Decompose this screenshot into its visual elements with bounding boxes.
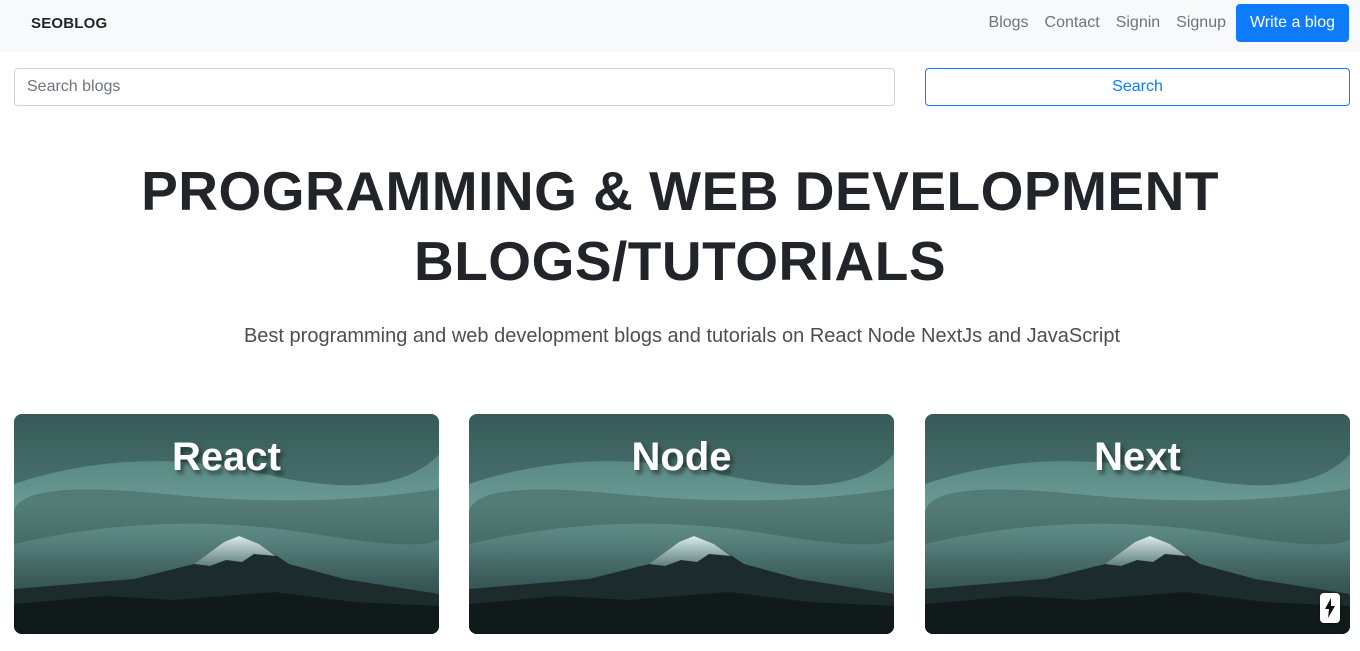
category-card-node[interactable]: Node — [469, 414, 894, 634]
card-label: Node — [631, 435, 732, 479]
nav-link-signup[interactable]: Signup — [1176, 14, 1226, 32]
page-subtitle: Best programming and web development blo… — [243, 325, 1121, 347]
card-label: React — [172, 435, 281, 479]
navbar: SEOBLOG Blogs Contact Signin Signup Writ… — [0, 0, 1360, 52]
page-title-line-1: PROGRAMMING & WEB DEVELOPMENT — [141, 160, 1219, 222]
write-blog-button[interactable]: Write a blog — [1236, 4, 1349, 42]
nav-link-contact[interactable]: Contact — [1045, 14, 1100, 32]
lightning-bolt-icon[interactable] — [1320, 593, 1340, 623]
search-button[interactable]: Search — [925, 68, 1350, 106]
brand-logo[interactable]: SEOBLOG — [31, 15, 107, 32]
nav-link-signin[interactable]: Signin — [1116, 14, 1160, 32]
nav-link-blogs[interactable]: Blogs — [989, 14, 1029, 32]
page-title-line-2: BLOGS/TUTORIALS — [413, 230, 947, 292]
category-card-next[interactable]: Next — [925, 414, 1350, 634]
category-card-react[interactable]: React — [14, 414, 439, 634]
search-input[interactable] — [14, 68, 895, 106]
nav-links: Blogs Contact Signin Signup Write a blog — [989, 4, 1360, 42]
card-label: Next — [1094, 435, 1181, 479]
lightning-bolt-glyph — [1325, 598, 1335, 618]
page-title: PROGRAMMING & WEB DEVELOPMENT BLOGS/TUTO… — [0, 156, 1360, 296]
